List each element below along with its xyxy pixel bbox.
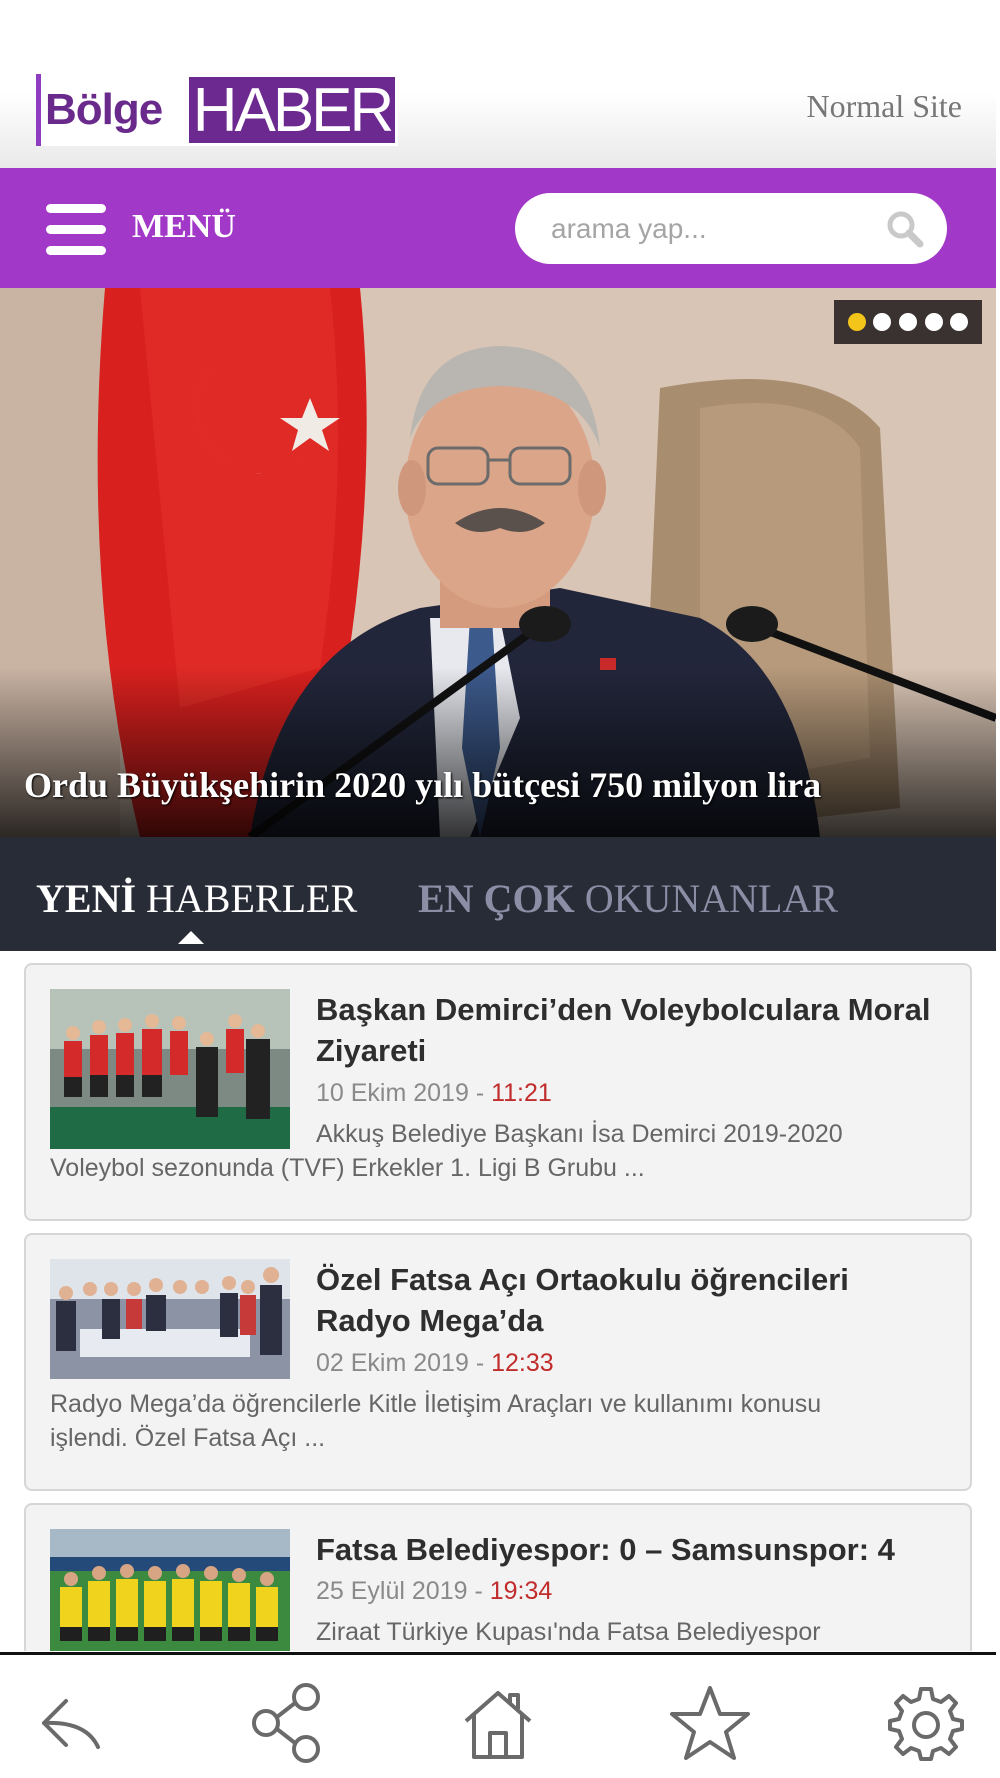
news-list: Başkan Demirci’den Voleybolculara Moral … [0, 951, 996, 1651]
news-time: 12:33 [491, 1349, 554, 1377]
settings-button[interactable] [886, 1683, 966, 1763]
tab-most-read-bold: EN ÇOK [418, 876, 575, 921]
bottom-toolbar [0, 1652, 996, 1778]
news-summary-line1: Radyo Mega’da öğrencilerle Kitle İletişi… [50, 1390, 822, 1418]
slider-dot-5[interactable] [950, 313, 969, 331]
news-date-separator: - [467, 1577, 490, 1605]
menu-button-label[interactable]: MENÜ [132, 208, 236, 246]
site-header: Bölge HABER Normal Site [0, 0, 1000, 168]
share-icon [252, 1683, 320, 1763]
news-time: 11:21 [491, 1079, 552, 1107]
tab-most-read[interactable]: EN ÇOK OKUNANLAR [418, 875, 838, 922]
search-input[interactable] [551, 209, 881, 249]
news-tabs: YENİ HABERLER EN ÇOK OKUNANLAR [0, 837, 996, 951]
news-summary-line1: Ziraat Türkiye Kupası'nda Fatsa Belediye… [316, 1618, 821, 1646]
tab-new-news-bold: YENİ [36, 876, 137, 921]
news-card[interactable]: Özel Fatsa Açı Ortaokulu öğrencileri Rad… [24, 1233, 972, 1491]
favorites-button[interactable] [670, 1683, 750, 1763]
news-date: 10 Ekim 2019 [316, 1079, 469, 1107]
back-icon [42, 1699, 100, 1749]
headline-overlay [0, 667, 996, 837]
headline-title[interactable]: Ordu Büyükşehirin 2020 yılı bütçesi 750 … [24, 764, 821, 806]
slider-dot-4[interactable] [924, 313, 943, 331]
headline-slider[interactable]: Ordu Büyükşehirin 2020 yılı bütçesi 750 … [0, 288, 996, 837]
site-logo[interactable]: Bölge HABER [36, 74, 398, 146]
news-time: 19:34 [489, 1577, 553, 1605]
news-summary: Ziraat Türkiye Kupası'nda Fatsa Belediye… [50, 1615, 946, 1649]
share-button[interactable] [248, 1683, 328, 1763]
news-date: 25 Eylül 2019 [316, 1577, 468, 1605]
search-icon[interactable] [885, 209, 925, 249]
tab-most-read-rest: OKUNANLAR [574, 876, 839, 921]
settings-icon [888, 1687, 964, 1761]
active-tab-indicator [178, 931, 204, 944]
slider-pagination [834, 300, 982, 344]
logo-text-bolge: Bölge [36, 74, 186, 146]
home-icon [464, 1691, 532, 1759]
hamburger-menu-icon[interactable] [46, 204, 108, 255]
back-button[interactable] [32, 1683, 112, 1763]
news-thumbnail [50, 1259, 290, 1379]
news-summary: Radyo Mega’da öğrencilerle Kitle İletişi… [50, 1387, 946, 1455]
normal-site-link[interactable]: Normal Site [806, 88, 962, 125]
menu-bar: MENÜ [0, 168, 1000, 288]
news-title[interactable]: Özel Fatsa Açı Ortaokulu öğrencileri Rad… [316, 1259, 950, 1341]
news-summary: Akkuş Belediye Başkanı İsa Demirci 2019-… [50, 1117, 946, 1185]
star-icon [670, 1686, 750, 1760]
news-card[interactable]: Başkan Demirci’den Voleybolculara Moral … [24, 963, 972, 1221]
news-meta: 25 Eylül 2019 - 19:34 [316, 1577, 552, 1606]
news-date-separator: - [468, 1079, 492, 1107]
slider-dot-2[interactable] [873, 313, 892, 331]
news-summary-line2: işlendi. Özel Fatsa Açı ... [50, 1424, 326, 1452]
news-summary-line2: Voleybol sezonunda (TVF) Erkekler 1. Lig… [50, 1154, 645, 1182]
news-title[interactable]: Fatsa Belediyespor: 0 – Samsunspor: 4 [316, 1529, 950, 1570]
logo-text-haber: HABER [186, 74, 398, 146]
home-button[interactable] [458, 1683, 538, 1763]
tab-new-news[interactable]: YENİ HABERLER [36, 875, 357, 922]
slider-dot-1[interactable] [847, 313, 866, 331]
search-box [515, 193, 947, 264]
news-date-separator: - [468, 1349, 492, 1377]
tab-new-news-rest: HABERLER [136, 876, 358, 921]
news-meta: 10 Ekim 2019 - 11:21 [316, 1079, 552, 1108]
news-date: 02 Ekim 2019 [316, 1349, 469, 1377]
news-meta: 02 Ekim 2019 - 12:33 [316, 1349, 554, 1378]
viewport-edge [996, 0, 1000, 1778]
slider-dot-3[interactable] [898, 313, 917, 331]
news-title[interactable]: Başkan Demirci’den Voleybolculara Moral … [316, 989, 950, 1071]
news-card[interactable]: Fatsa Belediyespor: 0 – Samsunspor: 4 25… [24, 1503, 972, 1651]
news-summary-line1: Akkuş Belediye Başkanı İsa Demirci 2019-… [316, 1120, 843, 1148]
